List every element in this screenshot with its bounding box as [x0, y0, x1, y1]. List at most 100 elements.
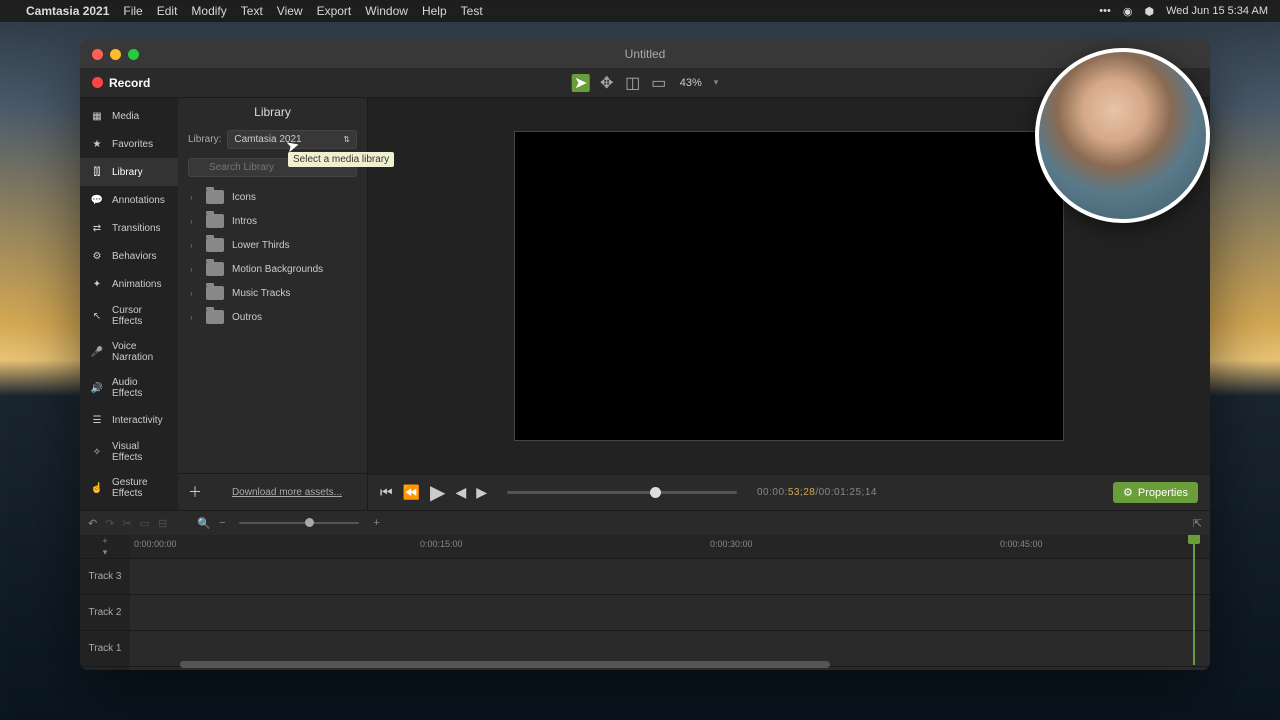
redo-button[interactable]: ↷ — [105, 517, 114, 530]
copy-button[interactable]: ▭ — [140, 517, 150, 530]
track-row[interactable] — [130, 595, 1210, 631]
folder-label: Outros — [232, 312, 262, 323]
app-toolbar: Record ➤ ✥ ◫ ▭ 43% ▾ — [80, 68, 1210, 98]
next-frame-button[interactable]: ▶ — [476, 484, 487, 501]
folder-list: ›Icons ›Intros ›Lower Thirds ›Motion Bac… — [178, 181, 367, 333]
menu-view[interactable]: View — [277, 4, 303, 18]
menu-test[interactable]: Test — [461, 4, 483, 18]
app-name[interactable]: Camtasia 2021 — [26, 4, 109, 18]
sidebar-item-annotations[interactable]: 💬Annotations — [80, 186, 178, 214]
sidebar-item-favorites[interactable]: ★Favorites — [80, 130, 178, 158]
cut-button[interactable]: ✂ — [122, 517, 131, 530]
status-icon-3[interactable]: ⬢ — [1144, 5, 1154, 18]
menu-modify[interactable]: Modify — [191, 4, 226, 18]
transitions-icon: ⇄ — [90, 221, 104, 235]
mic-icon: 🎤 — [90, 345, 104, 359]
folder-icon — [206, 190, 224, 204]
sidebar-item-visual-effects[interactable]: ✧Visual Effects — [80, 434, 178, 470]
ruler-tick: 0:00:15:00 — [420, 539, 463, 549]
menu-window[interactable]: Window — [365, 4, 408, 18]
minus-icon[interactable]: − — [219, 517, 225, 529]
folder-item[interactable]: ›Music Tracks — [184, 281, 361, 305]
playback-scrubber[interactable] — [507, 491, 737, 494]
chevron-right-icon: › — [190, 241, 198, 250]
folder-item[interactable]: ›Icons — [184, 185, 361, 209]
properties-button[interactable]: ⚙ Properties — [1113, 482, 1198, 503]
sidebar-item-media[interactable]: ▦Media — [80, 102, 178, 130]
animations-icon: ✦ — [90, 277, 104, 291]
sidebar-item-library[interactable]: ⫿⫿Library — [80, 158, 178, 186]
folder-item[interactable]: ›Intros — [184, 209, 361, 233]
zoom-percent[interactable]: 43% — [680, 77, 702, 89]
sidebar-item-animations[interactable]: ✦ Animations — [80, 270, 178, 298]
sidebar-item-transitions[interactable]: ⇄Transitions — [80, 214, 178, 242]
timeline-tracks-area[interactable]: 0:00:00:00 0:00:15:00 0:00:30:00 0:00:45… — [130, 535, 1210, 670]
visual-icon: ✧ — [90, 445, 104, 459]
menu-text[interactable]: Text — [241, 4, 263, 18]
timeline-scrollbar[interactable] — [180, 661, 830, 668]
add-track-button[interactable]: +▾ — [80, 535, 130, 559]
scrubber-knob[interactable] — [650, 487, 661, 498]
video-canvas[interactable] — [514, 131, 1064, 441]
library-dropdown[interactable]: Camtasia 2021 ⇅ — [227, 130, 357, 149]
prev-frame-button[interactable]: ◀ — [455, 484, 466, 501]
cursor-icon: ↖ — [90, 309, 104, 323]
sidebar-item-audio-effects[interactable]: 🔊Audio Effects — [80, 370, 178, 406]
record-icon — [92, 77, 103, 88]
track-header[interactable]: Track 2 — [80, 595, 130, 631]
playhead[interactable] — [1193, 535, 1195, 665]
sidebar-label: Audio Effects — [112, 377, 168, 399]
media-icon: ▦ — [90, 109, 104, 123]
status-icon-1[interactable]: ••• — [1099, 5, 1111, 17]
zoom-knob[interactable] — [305, 518, 314, 527]
menu-export[interactable]: Export — [317, 4, 352, 18]
edit-tool-button[interactable]: ➤ — [572, 74, 590, 92]
device-frame-button[interactable]: ▭ — [650, 74, 668, 92]
sidebar-item-cursor-effects[interactable]: ↖Cursor Effects — [80, 298, 178, 334]
split-button[interactable]: ⊟ — [158, 517, 167, 530]
track-header[interactable]: Track 1 — [80, 631, 130, 667]
timeline-zoom-slider[interactable] — [239, 522, 359, 524]
chevron-right-icon: › — [190, 217, 198, 226]
macos-menubar: Camtasia 2021 File Edit Modify Text View… — [0, 0, 1280, 22]
timeline-ruler[interactable]: 0:00:00:00 0:00:15:00 0:00:30:00 0:00:45… — [130, 535, 1210, 559]
zoom-dropdown-icon[interactable]: ▾ — [714, 77, 719, 88]
timecode: 00:00:53;28/00:01:25;14 — [757, 487, 877, 498]
menu-file[interactable]: File — [123, 4, 142, 18]
sidebar-label: Interactivity — [112, 415, 163, 426]
undo-button[interactable]: ↶ — [88, 517, 97, 530]
folder-item[interactable]: ›Lower Thirds — [184, 233, 361, 257]
record-button[interactable]: Record — [92, 76, 150, 90]
sidebar-item-interactivity[interactable]: ☰Interactivity — [80, 406, 178, 434]
sidebar-item-behaviors[interactable]: ⚙Behaviors — [80, 242, 178, 270]
prev-clip-button[interactable]: ⏮ — [380, 484, 393, 501]
folder-item[interactable]: ›Motion Backgrounds — [184, 257, 361, 281]
menu-edit[interactable]: Edit — [157, 4, 178, 18]
window-maximize-button[interactable] — [128, 49, 139, 60]
ruler-tick: 0:00:30:00 — [710, 539, 753, 549]
download-assets-link[interactable]: Download more assets... — [232, 487, 342, 498]
crop-tool-button[interactable]: ◫ — [624, 74, 642, 92]
window-close-button[interactable] — [92, 49, 103, 60]
folder-icon — [206, 310, 224, 324]
menu-help[interactable]: Help — [422, 4, 447, 18]
status-icon-2[interactable]: ◉ — [1123, 5, 1133, 18]
menubar-datetime[interactable]: Wed Jun 15 5:34 AM — [1166, 5, 1268, 17]
pan-tool-button[interactable]: ✥ — [598, 74, 616, 92]
detach-timeline-button[interactable]: ⇱ — [1193, 517, 1202, 530]
chevron-right-icon: › — [190, 289, 198, 298]
sidebar-item-gesture-effects[interactable]: ☝Gesture Effects — [80, 470, 178, 506]
folder-item[interactable]: ›Outros — [184, 305, 361, 329]
sidebar-item-voice-narration[interactable]: 🎤Voice Narration — [80, 334, 178, 370]
properties-label: Properties — [1138, 487, 1188, 499]
window-minimize-button[interactable] — [110, 49, 121, 60]
zoom-out-icon[interactable]: 🔍 — [197, 517, 211, 530]
track-row[interactable] — [130, 559, 1210, 595]
folder-label: Motion Backgrounds — [232, 264, 323, 275]
play-button[interactable]: ▶ — [430, 480, 445, 505]
track-header[interactable]: Track 3 — [80, 559, 130, 595]
step-back-button[interactable]: ⏪ — [403, 484, 420, 501]
add-library-button[interactable]: ＋ — [188, 482, 202, 502]
plus-icon[interactable]: + — [373, 517, 379, 529]
sidebar-label: Animations — [112, 279, 161, 290]
